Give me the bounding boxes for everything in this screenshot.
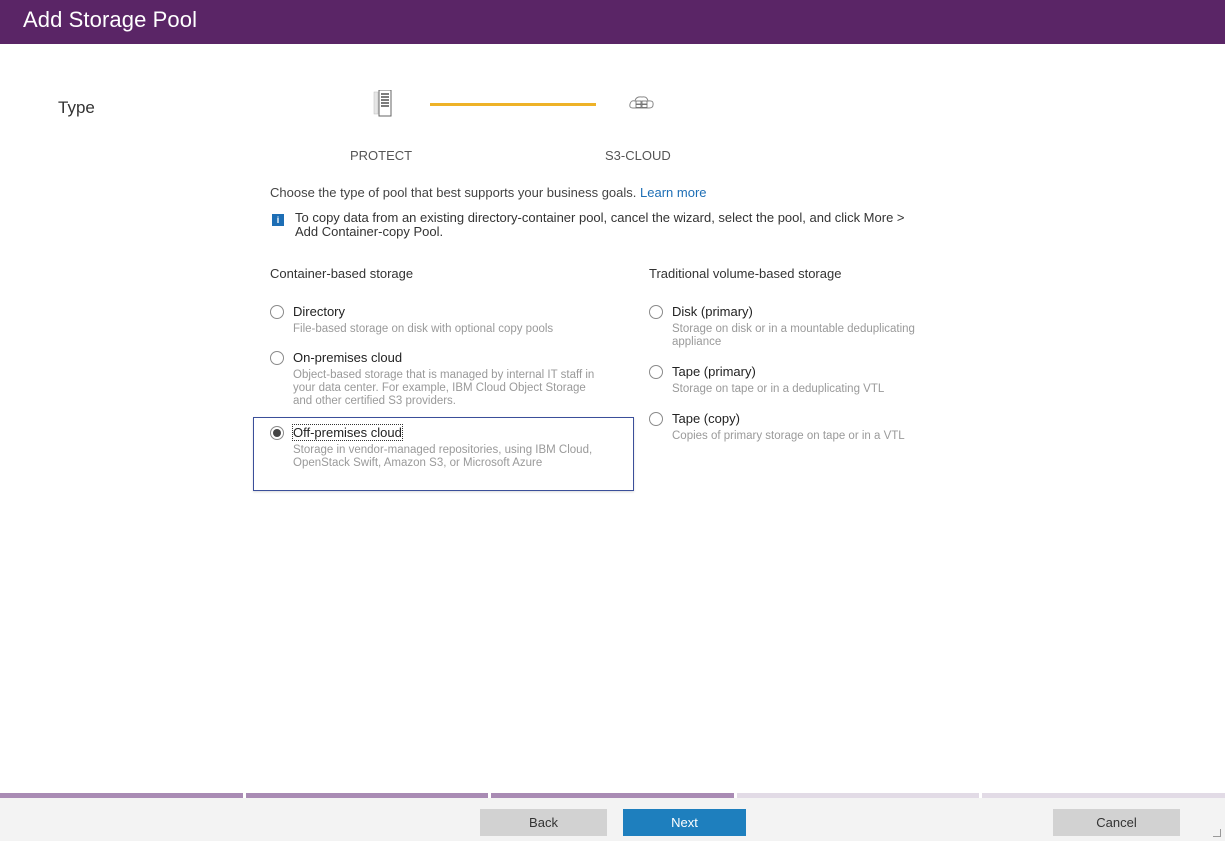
radio-disk-primary[interactable] (649, 305, 663, 319)
option-tape-primary-description: Storage on tape or in a deduplicating VT… (672, 383, 885, 395)
cancel-button[interactable]: Cancel (1053, 809, 1180, 836)
dialog-title: Add Storage Pool (23, 7, 198, 32)
option-directory-label[interactable]: Directory (293, 304, 345, 319)
radio-on-premises-cloud[interactable] (270, 351, 284, 365)
container-storage-heading: Container-based storage (270, 266, 414, 281)
radio-tape-primary[interactable] (649, 365, 663, 379)
traditional-storage-heading: Traditional volume-based storage (649, 266, 842, 281)
option-tape-primary-label[interactable]: Tape (primary) (672, 364, 756, 379)
option-on-premises-cloud-label[interactable]: On-premises cloud (293, 350, 402, 365)
info-icon: i (272, 214, 284, 226)
radio-directory[interactable] (270, 305, 284, 319)
option-tape-copy-description: Copies of primary storage on tape or in … (672, 430, 905, 442)
info-message-text: To copy data from an existing directory-… (295, 210, 905, 239)
cloud-storage-icon (628, 94, 656, 117)
option-directory-description: File-based storage on disk with optional… (293, 323, 554, 335)
footer-bar (0, 798, 1225, 841)
option-tape-copy-label[interactable]: Tape (copy) (672, 411, 740, 426)
next-button[interactable]: Next (623, 809, 746, 836)
stepper-label-protect: PROTECT (350, 148, 413, 163)
intro-sentence: Choose the type of pool that best suppor… (270, 185, 637, 200)
radio-off-premises-cloud[interactable] (270, 426, 284, 440)
option-off-premises-cloud-label[interactable]: Off-premises cloud (292, 424, 403, 441)
title-bar: Add Storage Pool (0, 0, 1225, 44)
stepper-label-s3-cloud: S3-CLOUD (605, 148, 671, 163)
intro-text: Choose the type of pool that best suppor… (270, 185, 707, 200)
radio-tape-copy[interactable] (649, 412, 663, 426)
current-step-label: Type (58, 98, 95, 117)
option-off-premises-cloud-description: Storage in vendor-managed repositories, … (293, 444, 593, 469)
server-icon (373, 89, 395, 123)
option-disk-primary-description: Storage on disk or in a mountable dedupl… (672, 323, 915, 348)
resize-grip-icon[interactable] (1213, 829, 1221, 837)
option-disk-primary-label[interactable]: Disk (primary) (672, 304, 753, 319)
learn-more-link[interactable]: Learn more (640, 185, 706, 200)
back-button[interactable]: Back (480, 809, 607, 836)
stepper-connector-line (430, 103, 596, 106)
option-on-premises-cloud-description: Object-based storage that is managed by … (293, 369, 595, 407)
